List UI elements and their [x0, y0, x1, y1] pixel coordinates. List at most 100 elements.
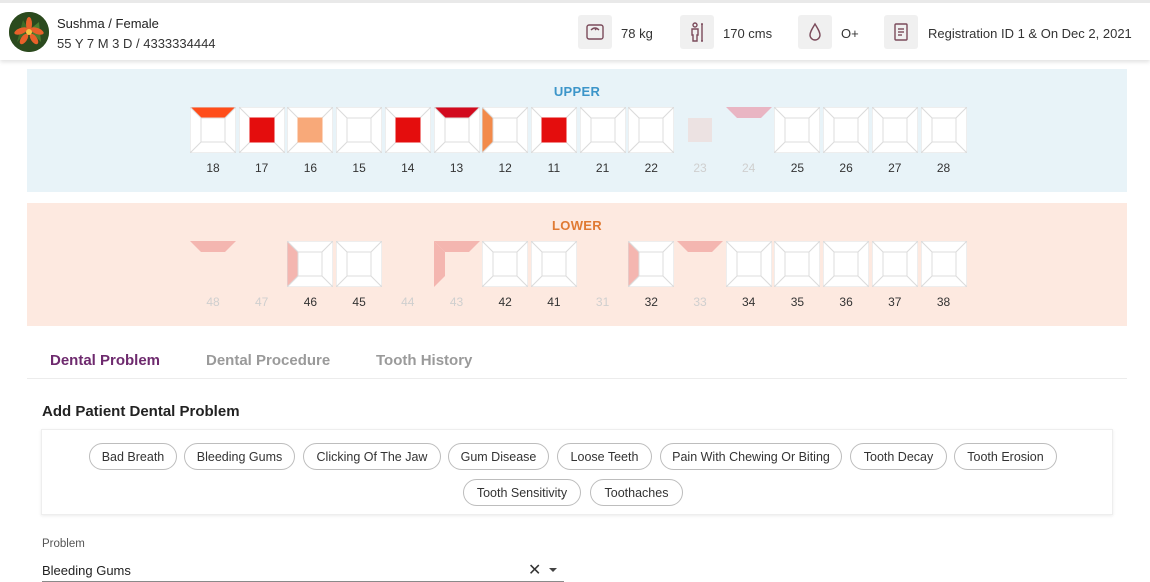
tooth-16[interactable] — [287, 107, 334, 153]
tooth-number-18: 18 — [206, 161, 220, 175]
tab-tooth-history[interactable]: Tooth History — [376, 352, 472, 369]
tooth-15[interactable] — [336, 107, 383, 153]
chip-clicking-of-the-jaw[interactable]: Clicking Of The Jaw — [303, 443, 441, 470]
tooth-23-center-surface — [688, 118, 712, 142]
scale-icon — [578, 15, 612, 49]
tab-dental-problem[interactable]: Dental Problem — [50, 352, 160, 369]
tooth-31-right-surface — [615, 241, 626, 287]
tab-dental-procedure[interactable]: Dental Procedure — [206, 352, 330, 369]
tooth-22[interactable] — [628, 107, 675, 153]
tooth-number-27: 27 — [888, 161, 902, 175]
clear-icon[interactable]: ✕ — [528, 560, 542, 579]
chip-bleeding-gums[interactable]: Bleeding Gums — [184, 443, 295, 470]
tooth-28-center-surface — [931, 117, 956, 143]
tooth-36[interactable] — [823, 241, 870, 287]
avatar[interactable] — [9, 12, 49, 52]
tooth-25[interactable] — [774, 107, 821, 153]
tooth-43[interactable] — [433, 241, 480, 287]
weight-value: 78 kg — [621, 26, 653, 41]
chip-toothaches[interactable]: Toothaches — [590, 479, 683, 506]
tooth-number-13: 13 — [449, 161, 464, 175]
tooth-26[interactable] — [823, 107, 870, 153]
chip-tooth-erosion[interactable]: Tooth Erosion — [954, 443, 1057, 470]
tooth-31-center-surface — [591, 252, 615, 276]
tooth-27[interactable] — [871, 107, 918, 153]
tooth-number-31: 31 — [595, 295, 610, 309]
tooth-number-17: 17 — [255, 161, 269, 175]
tooth-26-center-surface — [833, 117, 859, 143]
chip-tooth-sensitivity[interactable]: Tooth Sensitivity — [463, 479, 581, 506]
patient-header: Sushma / Female 55 Y 7 M 3 D / 433333444… — [0, 0, 1150, 60]
tooth-number-42: 42 — [498, 295, 512, 309]
tooth-21[interactable] — [579, 107, 626, 153]
tooth-18-center-surface — [200, 117, 226, 143]
tooth-13-center-surface — [444, 117, 469, 143]
tooth-35-center-surface — [784, 251, 810, 277]
tooth-43-center-surface — [445, 252, 469, 276]
tooth-44-right-surface — [420, 241, 431, 287]
caret-down-icon[interactable] — [547, 562, 559, 576]
tooth-number-21: 21 — [595, 161, 610, 175]
chip-pain-with-chewing[interactable]: Pain With Chewing Or Biting — [660, 443, 842, 470]
height-value: 170 cms — [723, 26, 773, 41]
tooth-number-44: 44 — [401, 295, 415, 309]
chip-gum-disease[interactable]: Gum Disease — [448, 443, 549, 470]
tooth-21-center-surface — [590, 117, 616, 143]
tooth-31[interactable] — [580, 241, 626, 287]
tooth-25-center-surface — [784, 117, 810, 143]
tooth-number-34: 34 — [742, 295, 756, 309]
tooth-47-top-surface — [239, 241, 285, 252]
tooth-44[interactable] — [385, 241, 431, 287]
tooth-38[interactable] — [920, 241, 967, 287]
tooth-34[interactable] — [725, 241, 772, 287]
tooth-24-bottom-surface — [726, 142, 772, 153]
tooth-11[interactable] — [530, 107, 577, 153]
dental-tabs: Dental Problem Dental Procedure Tooth Hi… — [27, 340, 1127, 379]
tooth-number-24: 24 — [742, 161, 756, 175]
section-title: Add Patient Dental Problem — [42, 403, 240, 420]
tooth-41-center-surface — [541, 251, 567, 277]
upper-jaw-title: UPPER — [553, 84, 601, 99]
tooth-17[interactable] — [238, 107, 285, 153]
tooth-number-32: 32 — [644, 295, 658, 309]
tooth-47-left-surface — [239, 241, 250, 287]
tooth-35[interactable] — [774, 241, 821, 287]
tooth-33-bottom-surface — [677, 276, 723, 287]
tooth-44-top-surface — [385, 241, 431, 252]
tooth-number-47: 47 — [255, 295, 269, 309]
tooth-12[interactable] — [482, 107, 529, 153]
tooth-16-center-surface — [297, 117, 323, 143]
tooth-45[interactable] — [336, 241, 383, 287]
chip-bad-breath[interactable]: Bad Breath — [89, 443, 177, 470]
tooth-32[interactable] — [628, 241, 675, 287]
tooth-48[interactable] — [190, 241, 236, 287]
tooth-number-36: 36 — [839, 295, 853, 309]
problem-select[interactable]: Bleeding Gums ✕ — [42, 558, 564, 582]
tooth-number-33: 33 — [693, 295, 707, 309]
tooth-33-center-surface — [688, 252, 712, 276]
tooth-18[interactable] — [190, 107, 236, 153]
blood-group-value: O+ — [841, 26, 859, 41]
tooth-23[interactable] — [677, 107, 723, 153]
tooth-number-43: 43 — [449, 295, 464, 309]
tooth-42[interactable] — [482, 241, 529, 287]
tooth-44-center-surface — [396, 252, 420, 276]
chip-tooth-decay[interactable]: Tooth Decay — [850, 443, 947, 470]
tooth-14[interactable] — [384, 107, 431, 153]
tooth-31-top-surface — [580, 241, 626, 252]
tooth-28[interactable] — [920, 107, 967, 153]
chip-loose-teeth[interactable]: Loose Teeth — [557, 443, 652, 470]
tooth-37[interactable] — [871, 241, 918, 287]
tooth-34-center-surface — [736, 251, 762, 277]
tooth-41[interactable] — [530, 241, 577, 287]
tooth-47-bottom-surface — [239, 276, 285, 287]
tooth-46[interactable] — [287, 241, 334, 287]
tooth-15-center-surface — [346, 117, 372, 143]
patient-age-phone: 55 Y 7 M 3 D / 4333334444 — [57, 36, 216, 51]
tooth-24[interactable] — [725, 107, 772, 153]
tooth-number-22: 22 — [644, 161, 658, 175]
tooth-13[interactable] — [433, 107, 480, 153]
tooth-33[interactable] — [677, 241, 723, 287]
tooth-number-23: 23 — [693, 161, 707, 175]
tooth-47[interactable] — [239, 241, 285, 287]
